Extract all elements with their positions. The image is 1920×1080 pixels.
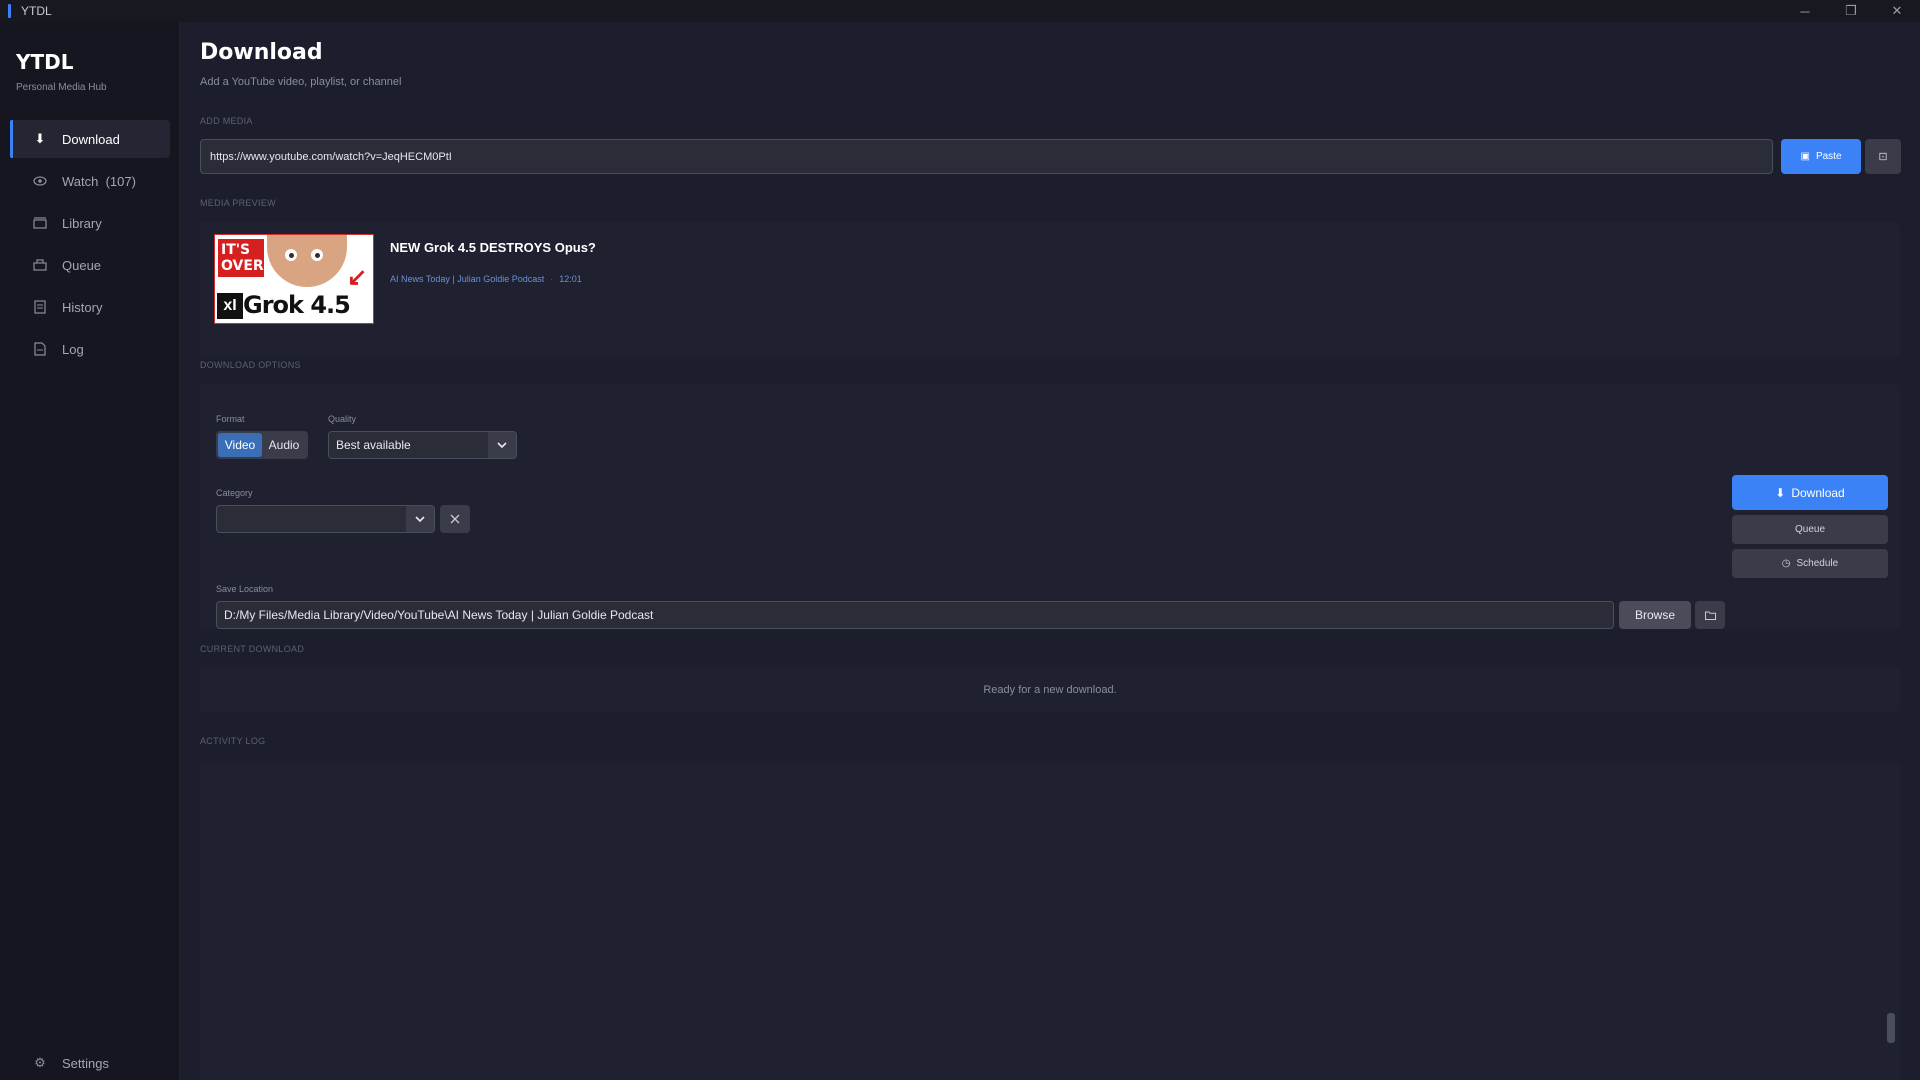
- format-label: Format: [216, 414, 245, 424]
- sidebar-nav: ⬇ Download Watch (107) Library Queue His…: [10, 120, 170, 372]
- sidebar-item-download[interactable]: ⬇ Download: [10, 120, 170, 158]
- add-media-label: ADD MEDIA: [200, 116, 253, 126]
- sidebar-item-label: Queue: [62, 257, 102, 273]
- clear-icon: ⊡: [1878, 151, 1888, 163]
- sidebar-item-queue[interactable]: Queue: [10, 246, 170, 284]
- log-icon: [32, 341, 48, 357]
- sidebar-item-watch[interactable]: Watch (107): [10, 162, 170, 200]
- eye-icon: [32, 173, 48, 189]
- video-thumbnail: IT'S OVER! ↙ xI Grok 4.5: [214, 234, 374, 324]
- media-meta: AI News Today | Julian Goldie Podcast · 12…: [390, 274, 582, 284]
- thumbnail-caption: Grok 4.5: [243, 291, 351, 319]
- sidebar-item-label: History: [62, 299, 103, 315]
- window-title: YTDL: [21, 4, 52, 18]
- category-label: Category: [216, 488, 253, 498]
- thumbnail-badge: IT'S OVER!: [218, 239, 270, 277]
- library-icon: [32, 215, 48, 231]
- quality-value: Best available: [336, 438, 411, 452]
- schedule-button[interactable]: ◷ Schedule: [1732, 549, 1888, 578]
- queue-button[interactable]: Queue: [1732, 515, 1888, 544]
- app-icon: [8, 4, 11, 18]
- download-icon: ⬇: [1775, 485, 1786, 500]
- category-select[interactable]: [216, 505, 435, 533]
- download-button-label: Download: [1791, 485, 1845, 500]
- window-controls: ─ ❐ ✕: [1782, 0, 1920, 22]
- media-title: NEW Grok 4.5 DESTROYS Opus?: [390, 240, 596, 255]
- brand-tagline: Personal Media Hub: [16, 82, 107, 93]
- download-icon: ⬇: [34, 131, 46, 146]
- clipboard-icon: ▣: [1800, 151, 1810, 162]
- clock-icon: ◷: [1781, 558, 1791, 569]
- restore-button[interactable]: ❐: [1828, 0, 1874, 22]
- download-options-label: DOWNLOAD OPTIONS: [200, 360, 301, 370]
- format-audio-button[interactable]: Audio: [262, 433, 306, 457]
- current-download-label: CURRENT DOWNLOAD: [200, 644, 305, 654]
- media-duration: 12:01: [559, 274, 582, 284]
- open-folder-button[interactable]: [1695, 601, 1725, 629]
- history-icon: [32, 299, 48, 315]
- browse-button[interactable]: Browse: [1619, 601, 1691, 629]
- media-channel[interactable]: AI News Today | Julian Goldie Podcast: [390, 274, 544, 284]
- sidebar-item-label: Settings: [62, 1055, 109, 1071]
- close-icon: [450, 514, 460, 524]
- current-download-panel: Ready for a new download.: [200, 667, 1900, 712]
- save-location-input[interactable]: D:/My Files/Media Library/Video/YouTube\…: [216, 601, 1614, 629]
- quality-label: Quality: [328, 414, 357, 424]
- page-subtitle: Add a YouTube video, playlist, or channe…: [200, 76, 402, 88]
- thumbnail-logo: xI: [217, 293, 243, 319]
- sidebar-item-label: Library: [62, 215, 102, 231]
- sidebar-item-label: Watch (107): [62, 173, 136, 189]
- main-content: Download Add a YouTube video, playlist, …: [200, 22, 1901, 1080]
- title-bar: YTDL ─ ❐ ✕: [0, 0, 1920, 22]
- sidebar-item-label: Log: [62, 341, 84, 357]
- clear-url-button[interactable]: ⊡: [1865, 139, 1901, 174]
- paste-button-label: Paste: [1815, 151, 1842, 162]
- minimize-button[interactable]: ─: [1782, 0, 1828, 22]
- paste-button[interactable]: ▣ Paste: [1781, 139, 1861, 174]
- sidebar: YTDL Personal Media Hub ⬇ Download Watch…: [0, 22, 180, 1080]
- close-window-button[interactable]: ✕: [1874, 0, 1920, 22]
- activity-log-label: ACTIVITY LOG: [200, 736, 266, 746]
- folder-icon: [1704, 611, 1716, 620]
- media-preview-label: MEDIA PREVIEW: [200, 198, 276, 208]
- schedule-button-label: Schedule: [1796, 558, 1839, 569]
- arrow-icon: ↙: [347, 264, 368, 291]
- clear-category-button[interactable]: [440, 505, 470, 533]
- download-button[interactable]: ⬇ Download: [1732, 475, 1888, 510]
- gear-icon: ⚙: [34, 1055, 46, 1070]
- sidebar-item-history[interactable]: History: [10, 288, 170, 326]
- page-title: Download: [200, 40, 323, 65]
- format-toggle: Video Audio: [216, 431, 308, 459]
- download-status: Ready for a new download.: [983, 683, 1117, 696]
- sidebar-item-label: Download: [62, 131, 120, 147]
- brand-title: YTDL: [16, 50, 74, 74]
- queue-icon: [32, 257, 48, 273]
- activity-log-panel: [200, 761, 1900, 1080]
- sidebar-item-log[interactable]: Log: [10, 330, 170, 368]
- format-video-button[interactable]: Video: [218, 433, 262, 457]
- quality-select[interactable]: Best available: [328, 431, 517, 459]
- chevron-down-icon[interactable]: [406, 506, 434, 532]
- sidebar-item-library[interactable]: Library: [10, 204, 170, 242]
- save-location-label: Save Location: [216, 584, 274, 594]
- url-input[interactable]: https://www.youtube.com/watch?v=JeqHECM0…: [200, 139, 1773, 174]
- chevron-down-icon[interactable]: [488, 432, 516, 458]
- log-scrollbar[interactable]: [1887, 1013, 1895, 1043]
- download-options-panel: Format Video Audio Quality Best availabl…: [200, 384, 1900, 629]
- sidebar-item-settings[interactable]: ⚙ Settings: [10, 1044, 170, 1080]
- thumbnail-face: [267, 235, 347, 287]
- media-preview-panel: IT'S OVER! ↙ xI Grok 4.5 NEW Grok 4.5 DE…: [200, 222, 1900, 357]
